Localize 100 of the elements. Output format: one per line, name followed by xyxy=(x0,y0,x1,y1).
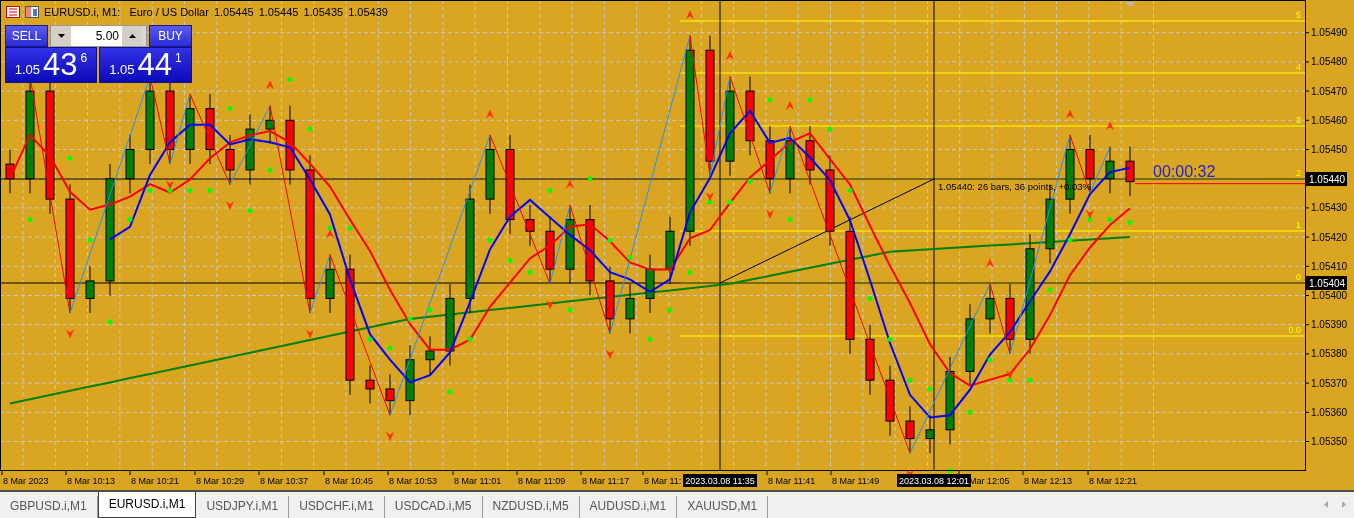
sar-dot xyxy=(187,187,193,193)
chart-list-icon[interactable] xyxy=(6,6,20,18)
price-tick-label: 1.05420 xyxy=(1311,231,1348,243)
candle xyxy=(985,283,995,334)
price-tick-label: 1.05490 xyxy=(1311,27,1348,39)
price-tick-label: 1.05390 xyxy=(1311,319,1348,331)
sar-dot xyxy=(527,269,533,275)
arrow-up-icon xyxy=(486,109,494,119)
price-tick-label: 1.05400 xyxy=(1311,290,1348,301)
sar-dot xyxy=(867,295,873,301)
fibonacci-level-label: 0.0 xyxy=(1288,325,1301,335)
candle xyxy=(125,134,135,194)
fibonacci-level-label: 2 xyxy=(1296,168,1301,178)
sar-dot xyxy=(547,187,553,193)
sar-dot xyxy=(627,255,633,261)
arrow-up-icon xyxy=(566,179,574,189)
chart-tab[interactable]: AUDUSD.i,M1 xyxy=(579,496,678,518)
arrow-up-icon xyxy=(266,80,274,90)
candle xyxy=(805,125,815,186)
time-tick-label: 8 Mar 2023 xyxy=(3,476,49,486)
sar-dot xyxy=(1067,237,1073,243)
price-quote: 1.05435 xyxy=(303,6,344,18)
symbol-description: Euro / US Dollar xyxy=(129,6,209,18)
sar-dot xyxy=(1007,377,1013,383)
candle xyxy=(885,365,895,437)
sar-dot xyxy=(247,208,253,214)
chart-tab[interactable]: GBPUSD.i,M1 xyxy=(0,496,98,518)
chart-tab[interactable]: EURUSD.i,M1 xyxy=(97,492,197,518)
sar-dot xyxy=(27,217,33,223)
arrow-up-icon xyxy=(726,51,734,61)
sar-dot xyxy=(127,217,133,223)
time-tick-label: 8 Mar 12:21 xyxy=(1089,476,1138,486)
candle xyxy=(665,216,675,285)
arrow-down-icon xyxy=(386,431,394,441)
sar-dot xyxy=(927,386,933,392)
sar-dot xyxy=(267,167,273,173)
sar-dot xyxy=(667,307,673,313)
candle xyxy=(525,204,535,247)
sar-dot xyxy=(767,97,773,103)
sar-dot xyxy=(1027,377,1033,383)
countdown-timer: 00:00:32 xyxy=(1153,162,1216,180)
volume-field[interactable]: 5.00 xyxy=(50,25,147,47)
candle xyxy=(425,335,435,375)
sar-dot xyxy=(827,126,833,132)
fibonacci-level-label: 4 xyxy=(1296,62,1301,72)
price-tag: 1.05404 xyxy=(1306,276,1347,290)
time-tick-label: 8 Mar 11:09 xyxy=(518,476,566,486)
candle xyxy=(905,405,915,454)
chart-window-icon[interactable] xyxy=(25,6,39,18)
horizontal-line[interactable] xyxy=(0,178,1306,180)
price-tag: 1.05440 xyxy=(1306,172,1347,186)
sar-dot xyxy=(287,76,293,82)
caret-down-icon xyxy=(57,34,65,38)
sar-dot xyxy=(87,237,93,243)
time-tag: 2023.03.08 11:35 xyxy=(683,474,757,487)
chart-tab[interactable]: USDJPY.i,M1 xyxy=(196,496,290,518)
sar-dot xyxy=(507,257,513,263)
sar-dot xyxy=(747,179,753,185)
increase-button[interactable] xyxy=(122,26,142,46)
arrow-down-icon xyxy=(166,180,174,190)
sar-dot xyxy=(347,225,353,231)
sar-dot xyxy=(447,389,453,395)
chart-tab[interactable]: USDCHF.i,M1 xyxy=(289,496,385,518)
sar-dot xyxy=(427,307,433,313)
arrow-down-icon xyxy=(306,329,314,339)
price-fraction: 6 xyxy=(80,51,88,65)
candle xyxy=(265,105,275,145)
chart-tab[interactable]: XAUUSD,M1 xyxy=(677,496,769,518)
arrow-down-icon xyxy=(766,209,774,219)
price-tick-label: 1.05460 xyxy=(1311,114,1348,126)
sar-dot xyxy=(487,237,493,243)
arrow-down-icon xyxy=(606,349,614,359)
price-tick-label: 1.05430 xyxy=(1311,202,1348,214)
sar-dot xyxy=(987,357,993,363)
arrow-up-icon xyxy=(1106,121,1114,131)
sell-button[interactable]: SELL xyxy=(5,25,48,47)
arrow-up-icon xyxy=(326,229,334,239)
sar-dot xyxy=(167,187,173,193)
trend-line[interactable] xyxy=(719,178,935,284)
time-tick-label: 8 Mar 10:21 xyxy=(131,476,180,486)
candle xyxy=(1105,146,1115,194)
horizontal-line[interactable] xyxy=(0,282,1306,284)
time-tick-label: 8 Mar 10:13 xyxy=(67,476,116,486)
candle xyxy=(205,93,215,165)
zigzag-line xyxy=(1089,146,1111,194)
price-tick-label: 1.05350 xyxy=(1311,436,1348,447)
price-tick-label: 1.05370 xyxy=(1311,377,1348,389)
fibonacci-level-label: 1 xyxy=(1296,220,1301,230)
time-tick-label: 8 Mar 10:45 xyxy=(325,476,374,486)
chart-tab[interactable]: NZDUSD.i,M5 xyxy=(482,496,580,518)
buy-button[interactable]: BUY xyxy=(149,25,192,47)
sar-dot xyxy=(807,97,813,103)
time-tick-label: 8 Mar 10:37 xyxy=(260,476,309,486)
arrow-up-icon xyxy=(1066,109,1074,119)
sar-dot xyxy=(1107,217,1113,223)
arrow-down-icon xyxy=(1006,370,1014,380)
chart-tab[interactable]: USDCAD.i,M5 xyxy=(384,496,483,518)
candle xyxy=(925,414,935,454)
sar-dot xyxy=(907,377,913,383)
decrease-button[interactable] xyxy=(51,26,71,46)
